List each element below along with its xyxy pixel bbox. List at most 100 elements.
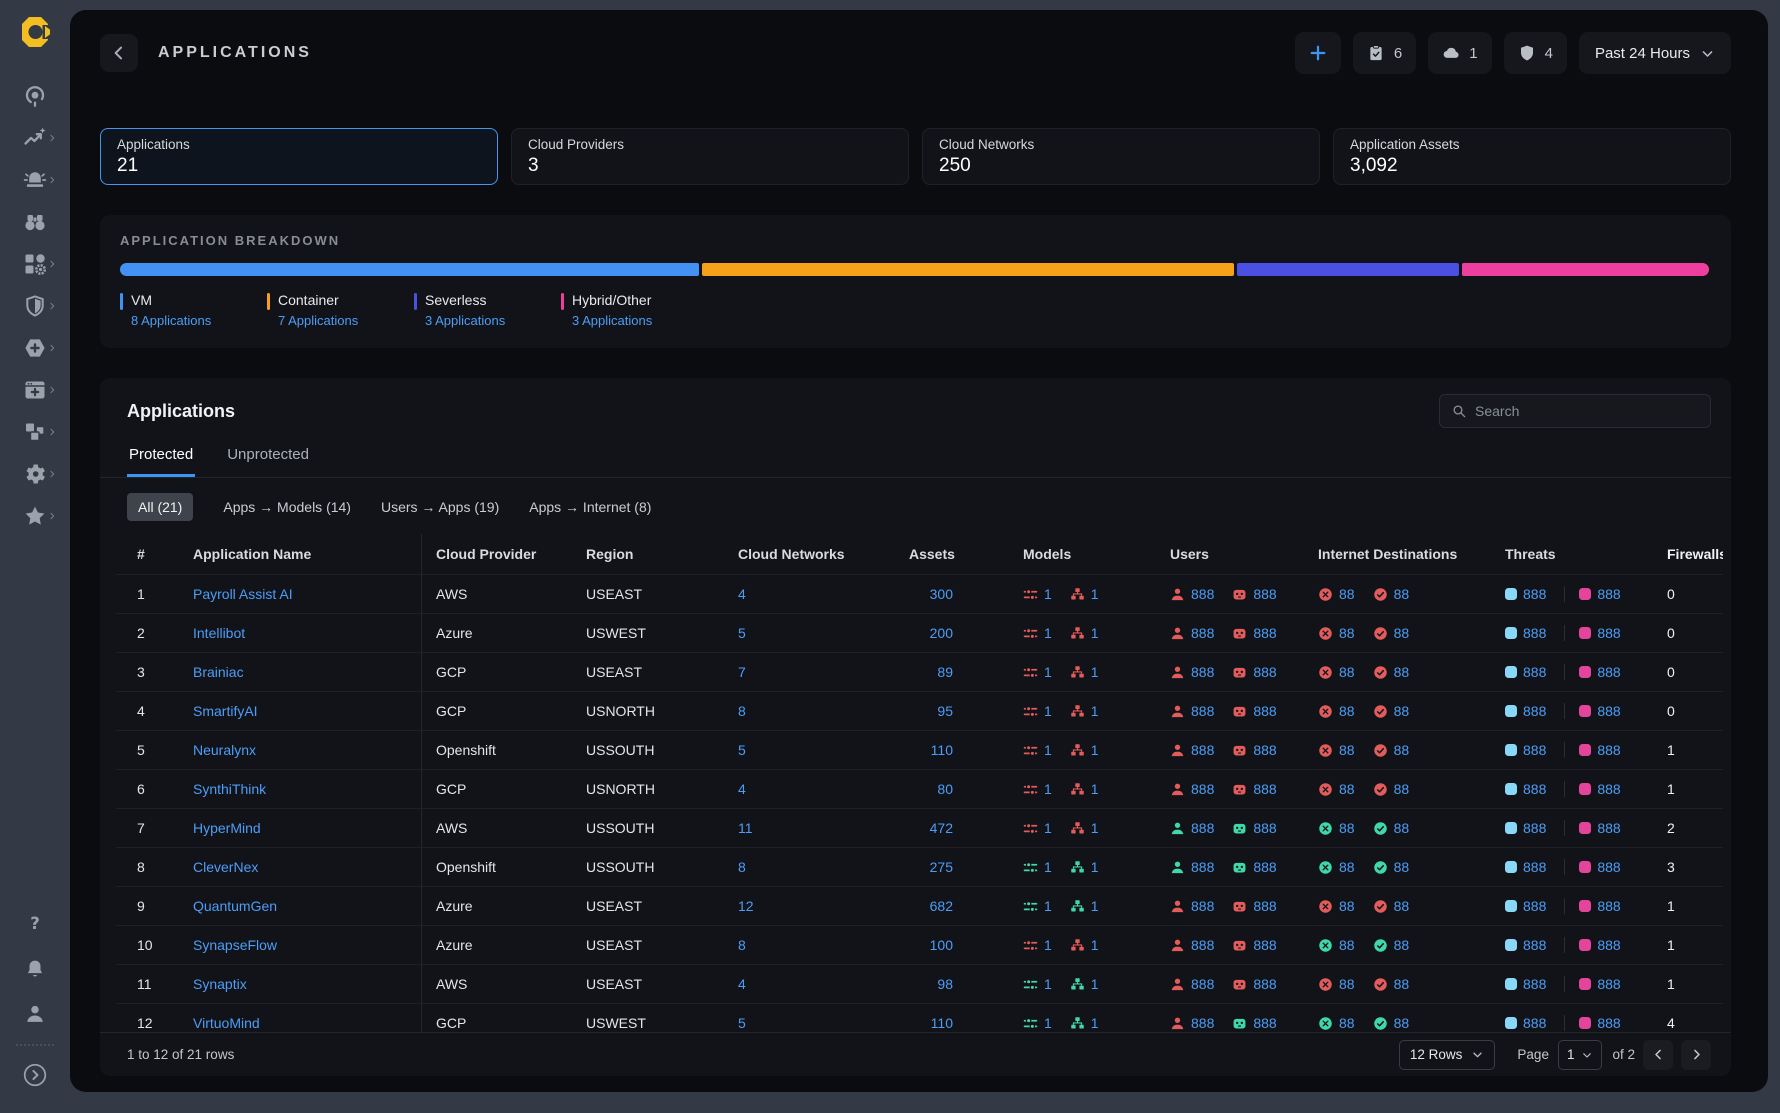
blocked-destinations-count[interactable]: 88: [1339, 781, 1355, 797]
threats-primary-count[interactable]: 888: [1523, 703, 1546, 719]
sidebar-item-security[interactable]: [12, 285, 58, 327]
model-hierarchy-count[interactable]: 1: [1091, 859, 1099, 875]
sidebar-item-help[interactable]: ?: [12, 901, 58, 946]
threats-secondary-count[interactable]: 888: [1597, 898, 1620, 914]
model-endpoints-count[interactable]: 1: [1044, 742, 1052, 758]
blocked-destinations-count[interactable]: 88: [1339, 625, 1355, 641]
human-users-count[interactable]: 888: [1191, 937, 1214, 953]
model-hierarchy-count[interactable]: 1: [1091, 742, 1099, 758]
bar-segment-hybrid-other[interactable]: [1462, 263, 1709, 276]
threats-primary-count[interactable]: 888: [1523, 898, 1546, 914]
cloud-networks-link[interactable]: 5: [738, 742, 746, 758]
blocked-destinations-count[interactable]: 88: [1339, 937, 1355, 953]
assets-link[interactable]: 95: [937, 703, 953, 719]
count-button-shield[interactable]: 4: [1504, 32, 1567, 74]
count-button-clipboard-check[interactable]: 6: [1353, 32, 1416, 74]
model-endpoints-count[interactable]: 1: [1044, 625, 1052, 641]
model-endpoints-count[interactable]: 1: [1044, 586, 1052, 602]
sidebar-item-monitor[interactable]: [12, 75, 58, 117]
bar-segment-vm[interactable]: [120, 263, 699, 276]
threats-secondary-count[interactable]: 888: [1597, 1015, 1620, 1031]
assets-link[interactable]: 200: [930, 625, 953, 641]
bar-segment-container[interactable]: [702, 263, 1233, 276]
threats-primary-count[interactable]: 888: [1523, 820, 1546, 836]
bot-users-count[interactable]: 888: [1253, 859, 1276, 875]
model-endpoints-count[interactable]: 1: [1044, 781, 1052, 797]
human-users-count[interactable]: 888: [1191, 625, 1214, 641]
count-button-cloud[interactable]: 1: [1428, 32, 1491, 74]
cloud-networks-link[interactable]: 7: [738, 664, 746, 680]
cloud-networks-link[interactable]: 5: [738, 1015, 746, 1031]
bot-users-count[interactable]: 888: [1253, 625, 1276, 641]
threats-secondary-count[interactable]: 888: [1597, 820, 1620, 836]
threats-primary-count[interactable]: 888: [1523, 664, 1546, 680]
blocked-destinations-count[interactable]: 88: [1339, 1015, 1355, 1031]
allowed-destinations-count[interactable]: 88: [1394, 898, 1410, 914]
human-users-count[interactable]: 888: [1191, 586, 1214, 602]
next-page-button[interactable]: [1681, 1040, 1711, 1070]
cloud-networks-link[interactable]: 8: [738, 937, 746, 953]
filter-chip-apps-models-14[interactable]: Apps → Models (14): [223, 499, 351, 515]
allowed-destinations-count[interactable]: 88: [1394, 820, 1410, 836]
application-name-link[interactable]: SynthiThink: [193, 781, 266, 797]
blocked-destinations-count[interactable]: 88: [1339, 586, 1355, 602]
tab-unprotected[interactable]: Unprotected: [225, 446, 311, 477]
threats-secondary-count[interactable]: 888: [1597, 703, 1620, 719]
model-hierarchy-count[interactable]: 1: [1091, 586, 1099, 602]
threats-primary-count[interactable]: 888: [1523, 742, 1546, 758]
threats-secondary-count[interactable]: 888: [1597, 781, 1620, 797]
cloud-networks-link[interactable]: 8: [738, 859, 746, 875]
bot-users-count[interactable]: 888: [1253, 976, 1276, 992]
application-name-link[interactable]: HyperMind: [193, 820, 261, 836]
model-endpoints-count[interactable]: 1: [1044, 1015, 1052, 1031]
assets-link[interactable]: 682: [930, 898, 953, 914]
model-hierarchy-count[interactable]: 1: [1091, 1015, 1099, 1031]
human-users-count[interactable]: 888: [1191, 1015, 1214, 1031]
sidebar-item-notifications[interactable]: [12, 946, 58, 991]
allowed-destinations-count[interactable]: 88: [1394, 781, 1410, 797]
bot-users-count[interactable]: 888: [1253, 898, 1276, 914]
sidebar-item-discovery[interactable]: [12, 201, 58, 243]
sidebar-item-alerts[interactable]: [12, 159, 58, 201]
blocked-destinations-count[interactable]: 88: [1339, 898, 1355, 914]
threats-primary-count[interactable]: 888: [1523, 859, 1546, 875]
assets-link[interactable]: 110: [931, 1015, 953, 1031]
assets-link[interactable]: 300: [930, 586, 953, 602]
assets-link[interactable]: 98: [937, 976, 953, 992]
legend-count-link[interactable]: 3 Applications: [425, 313, 505, 328]
model-hierarchy-count[interactable]: 1: [1091, 703, 1099, 719]
sidebar-item-insights[interactable]: [12, 117, 58, 159]
allowed-destinations-count[interactable]: 88: [1394, 859, 1410, 875]
stat-card-cloud-networks[interactable]: Cloud Networks250: [922, 128, 1320, 185]
model-hierarchy-count[interactable]: 1: [1091, 664, 1099, 680]
human-users-count[interactable]: 888: [1191, 859, 1214, 875]
bot-users-count[interactable]: 888: [1253, 703, 1276, 719]
application-name-link[interactable]: VirtuoMind: [193, 1015, 260, 1031]
stat-card-application-assets[interactable]: Application Assets3,092: [1333, 128, 1731, 185]
rows-per-page-select[interactable]: 12 Rows: [1399, 1040, 1496, 1070]
bot-users-count[interactable]: 888: [1253, 664, 1276, 680]
threats-secondary-count[interactable]: 888: [1597, 625, 1620, 641]
model-endpoints-count[interactable]: 1: [1044, 664, 1052, 680]
sidebar-item-favorites[interactable]: [12, 495, 58, 537]
app-logo[interactable]: [16, 14, 54, 55]
human-users-count[interactable]: 888: [1191, 703, 1214, 719]
sidebar-item-applications[interactable]: [12, 369, 58, 411]
model-endpoints-count[interactable]: 1: [1044, 976, 1052, 992]
allowed-destinations-count[interactable]: 88: [1394, 1015, 1410, 1031]
sidebar-item-settings[interactable]: [12, 453, 58, 495]
allowed-destinations-count[interactable]: 88: [1394, 664, 1410, 680]
model-endpoints-count[interactable]: 1: [1044, 859, 1052, 875]
cloud-networks-link[interactable]: 4: [738, 976, 746, 992]
threats-secondary-count[interactable]: 888: [1597, 586, 1620, 602]
bot-users-count[interactable]: 888: [1253, 586, 1276, 602]
threats-primary-count[interactable]: 888: [1523, 625, 1546, 641]
threats-primary-count[interactable]: 888: [1523, 781, 1546, 797]
human-users-count[interactable]: 888: [1191, 976, 1214, 992]
assets-link[interactable]: 80: [937, 781, 953, 797]
bot-users-count[interactable]: 888: [1253, 820, 1276, 836]
previous-page-button[interactable]: [1643, 1040, 1673, 1070]
threats-primary-count[interactable]: 888: [1523, 1015, 1546, 1031]
model-endpoints-count[interactable]: 1: [1044, 703, 1052, 719]
threats-primary-count[interactable]: 888: [1523, 937, 1546, 953]
